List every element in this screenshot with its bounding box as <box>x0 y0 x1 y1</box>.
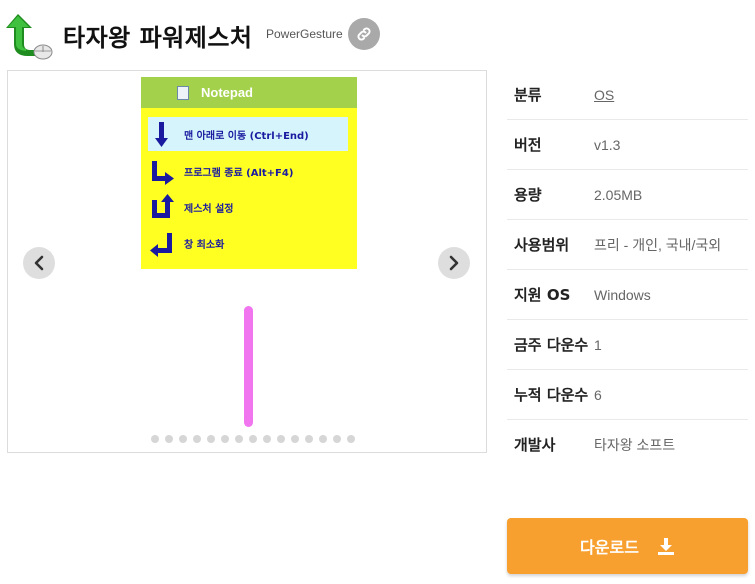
app-icon <box>6 14 53 60</box>
info-value: 프리 - 개인, 국내/국외 <box>594 237 722 253</box>
gesture-item: 프로그램 종료 (Alt+F4) <box>148 154 348 188</box>
info-row-total-downloads: 누적 다운수 6 <box>507 370 748 420</box>
notepad-icon <box>177 85 189 100</box>
info-value: v1.3 <box>594 137 621 153</box>
info-value: 1 <box>594 337 602 353</box>
gesture-item: 맨 아래로 이동 (Ctrl+End) <box>148 117 348 151</box>
arrow-up-right-icon <box>152 194 174 218</box>
info-label: 버전 <box>514 136 542 154</box>
screenshot-window-bar: Notepad <box>141 77 357 108</box>
info-row-category: 분류 OS <box>507 70 748 120</box>
info-label: 금주 다운수 <box>514 336 589 354</box>
info-value: 타자왕 소프트 <box>594 437 676 453</box>
gallery-dot[interactable] <box>179 435 187 443</box>
copy-link-button[interactable] <box>348 18 380 50</box>
gallery-prev-button[interactable] <box>23 247 55 279</box>
info-row-version: 버전 v1.3 <box>507 120 748 170</box>
arrow-down-right-icon <box>152 161 174 185</box>
info-row-license: 사용범위 프리 - 개인, 국내/국외 <box>507 220 748 270</box>
info-label: 누적 다운수 <box>514 386 589 404</box>
info-label: 사용범위 <box>514 236 570 254</box>
download-label: 다운로드 <box>580 538 639 557</box>
gallery-dot[interactable] <box>277 435 285 443</box>
info-row-supported-os: 지원 OS Windows <box>507 270 748 320</box>
gesture-item: 제스처 설정 <box>148 190 348 224</box>
arrow-left-down-icon <box>150 233 172 257</box>
arrow-down-icon <box>155 122 168 147</box>
screenshot-gallery: Notepad 맨 아래로 이동 (Ctrl+End) 프로그램 종료 (Alt… <box>7 70 487 453</box>
info-value: 2.05MB <box>594 187 643 203</box>
gallery-pagination <box>151 435 361 443</box>
gallery-dot[interactable] <box>319 435 327 443</box>
info-row-weekly-downloads: 금주 다운수 1 <box>507 320 748 370</box>
info-row-developer: 개발사 타자왕 소프트 <box>507 420 748 469</box>
gallery-dot[interactable] <box>333 435 341 443</box>
gesture-stroke-trail <box>244 306 253 427</box>
gallery-dot[interactable] <box>347 435 355 443</box>
gallery-dot[interactable] <box>221 435 229 443</box>
info-row-size: 용량 2.05MB <box>507 170 748 220</box>
gallery-dot[interactable] <box>263 435 271 443</box>
link-icon <box>357 27 371 41</box>
info-value: 6 <box>594 387 602 403</box>
gesture-label: 창 최소화 <box>184 239 225 251</box>
gallery-dot[interactable] <box>193 435 201 443</box>
chevron-left-icon <box>34 255 44 271</box>
gallery-dot[interactable] <box>305 435 313 443</box>
category-link[interactable]: OS <box>594 83 748 107</box>
gallery-dot[interactable] <box>249 435 257 443</box>
gesture-label: 맨 아래로 이동 (Ctrl+End) <box>184 130 309 142</box>
info-label: 지원 OS <box>514 286 571 304</box>
chevron-right-icon <box>449 255 459 271</box>
gallery-next-button[interactable] <box>438 247 470 279</box>
info-label: 분류 <box>514 86 542 104</box>
app-english-name: PowerGesture <box>266 27 343 41</box>
gesture-label: 제스처 설정 <box>184 203 234 215</box>
gallery-screenshot: Notepad 맨 아래로 이동 (Ctrl+End) 프로그램 종료 (Alt… <box>141 77 357 269</box>
gallery-dot[interactable] <box>207 435 215 443</box>
download-icon <box>657 538 674 555</box>
info-label: 개발사 <box>514 436 556 454</box>
gallery-dot[interactable] <box>235 435 243 443</box>
gallery-dot[interactable] <box>165 435 173 443</box>
gallery-dot[interactable] <box>151 435 159 443</box>
gallery-dot[interactable] <box>291 435 299 443</box>
gesture-label: 프로그램 종료 (Alt+F4) <box>184 167 294 179</box>
screenshot-window-title: Notepad <box>201 85 253 100</box>
page-title: 타자왕 파워제스처 <box>63 24 253 52</box>
info-table: 분류 OS 버전 v1.3 용량 2.05MB 사용범위 프리 - 개인, 국내… <box>507 70 748 469</box>
header: 타자왕 파워제스처 PowerGesture <box>0 0 755 68</box>
gesture-item: 창 최소화 <box>148 226 348 260</box>
info-label: 용량 <box>514 186 542 204</box>
info-value: Windows <box>594 287 651 303</box>
download-button[interactable]: 다운로드 <box>507 518 748 574</box>
